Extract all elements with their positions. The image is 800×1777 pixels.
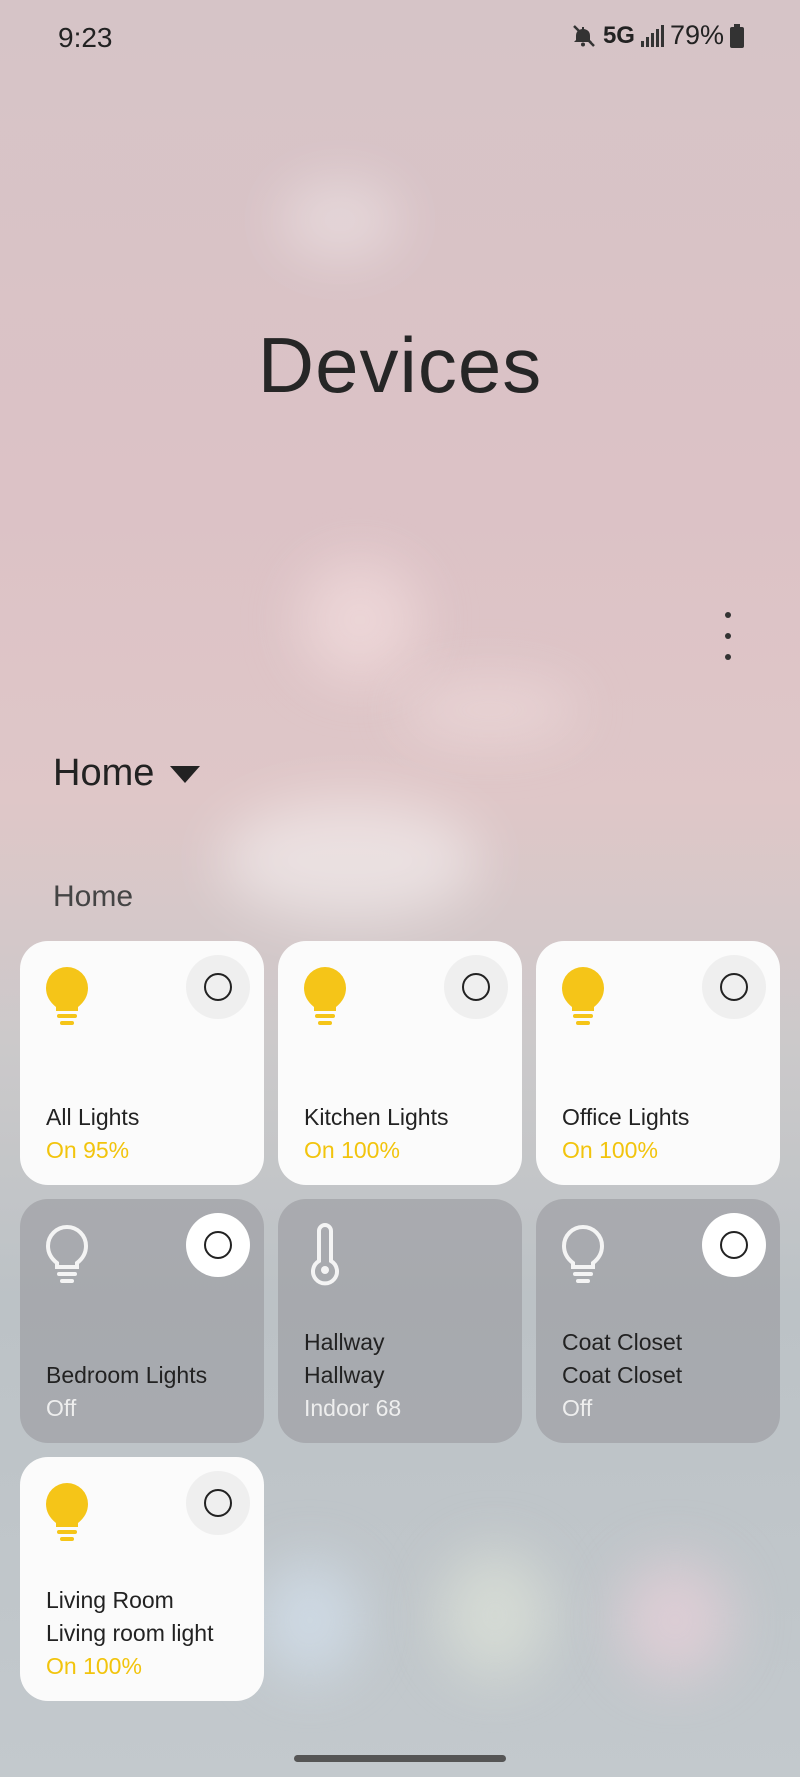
device-tile-coat-closet[interactable]: Coat Closet Coat Closet Off [536, 1199, 780, 1443]
device-status: On 95% [46, 1137, 130, 1163]
status-icons: 5G 79% [571, 20, 744, 51]
more-options-icon[interactable] [710, 612, 746, 660]
power-toggle-button[interactable] [702, 955, 766, 1019]
device-name: Coat Closet [562, 1329, 683, 1355]
background-glow [400, 680, 580, 740]
location-label: Home [53, 752, 155, 794]
device-status: Indoor 68 [304, 1395, 402, 1421]
power-toggle-button[interactable] [186, 955, 250, 1019]
lightbulb-icon [44, 1481, 90, 1545]
device-tile-kitchen-lights[interactable]: Kitchen Lights On 100% [278, 941, 522, 1185]
power-icon [204, 973, 232, 1001]
lightbulb-outline-icon [560, 1223, 606, 1287]
device-status: On 100% [46, 1653, 142, 1679]
background-glow [440, 1550, 550, 1680]
device-status: Off [562, 1395, 593, 1421]
device-status: On 100% [562, 1137, 658, 1163]
background-glow [220, 800, 480, 920]
power-toggle-button[interactable] [702, 1213, 766, 1277]
status-bar: 9:23 5G 79% [0, 0, 800, 76]
power-toggle-button[interactable] [186, 1213, 250, 1277]
device-status: Off [46, 1395, 77, 1421]
device-name: Hallway [304, 1329, 385, 1355]
power-icon [720, 973, 748, 1001]
battery-percent: 79% [669, 20, 724, 50]
home-indicator[interactable] [294, 1755, 506, 1762]
page-title: Devices [257, 321, 543, 409]
device-name: Living Room [46, 1587, 174, 1613]
power-icon [462, 973, 490, 1001]
location-dropdown[interactable]: Home [53, 752, 201, 795]
mute-icon [573, 24, 595, 47]
battery-icon [730, 23, 744, 48]
section-label: Home [53, 880, 134, 913]
power-icon [204, 1489, 232, 1517]
network-type: 5G [602, 21, 635, 49]
lightbulb-icon [560, 965, 606, 1029]
device-tile-hallway[interactable]: Hallway Hallway Indoor 68 [278, 1199, 522, 1443]
lightbulb-outline-icon [44, 1223, 90, 1287]
device-status: On 100% [304, 1137, 400, 1163]
device-subname: Coat Closet [562, 1362, 683, 1388]
device-name: All Lights [46, 1104, 140, 1130]
device-tile-bedroom-lights[interactable]: Bedroom Lights Off [20, 1199, 264, 1443]
signal-icon [640, 24, 664, 47]
background-glow [620, 1560, 730, 1680]
background-glow [260, 1560, 360, 1680]
power-toggle-button[interactable] [444, 955, 508, 1019]
power-icon [204, 1231, 232, 1259]
device-tile-living-room[interactable]: Living Room Living room light On 100% [20, 1457, 264, 1701]
power-toggle-button[interactable] [186, 1471, 250, 1535]
device-subname: Living room light [46, 1620, 214, 1646]
power-icon [720, 1231, 748, 1259]
background-glow [300, 560, 420, 680]
thermometer-icon [302, 1223, 348, 1287]
device-name: Bedroom Lights [46, 1362, 208, 1388]
lightbulb-icon [44, 965, 90, 1029]
device-tile-all-lights[interactable]: All Lights On 95% [20, 941, 264, 1185]
device-name: Office Lights [562, 1104, 690, 1130]
device-name: Kitchen Lights [304, 1104, 449, 1130]
device-subname: Hallway [304, 1362, 385, 1388]
caret-down-icon [170, 766, 201, 783]
status-time: 9:23 [58, 22, 113, 53]
background-glow [280, 180, 400, 260]
lightbulb-icon [302, 965, 348, 1029]
device-tile-office-lights[interactable]: Office Lights On 100% [536, 941, 780, 1185]
